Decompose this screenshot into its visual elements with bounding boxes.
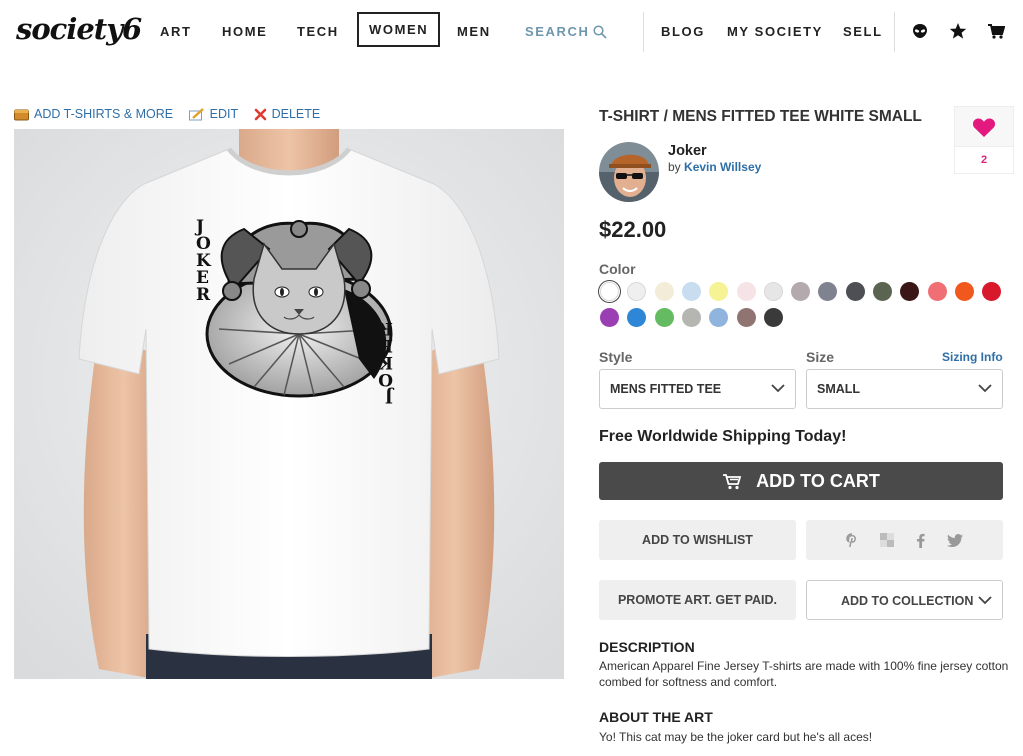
color-swatch[interactable] [737,282,756,301]
about-text: Yo! This cat may be the joker card but h… [599,730,873,744]
tshirt-photo: J O K E R J O K E R [14,129,564,679]
nav-blog[interactable]: BLOG [661,24,705,39]
color-swatch[interactable] [764,308,783,327]
edit-link[interactable]: EDIT [188,107,239,121]
product-toolbar: ADD T-SHIRTS & MORE EDIT DELETE [14,107,332,124]
add-tshirts-link[interactable]: ADD T-SHIRTS & MORE [14,107,173,121]
color-swatch[interactable] [764,282,783,301]
alien-icon[interactable] [911,22,929,40]
nav-divider [894,12,895,52]
nav-art[interactable]: ART [160,24,192,39]
add-to-collection-label: ADD TO COLLECTION [841,594,974,608]
heart-icon [972,117,996,137]
sizing-info-link[interactable]: Sizing Info [942,350,1003,364]
nav-sell[interactable]: SELL [843,24,883,39]
color-swatch[interactable] [655,282,674,301]
size-value: SMALL [817,382,861,396]
delete-label: DELETE [271,107,321,121]
color-swatch[interactable] [627,308,646,327]
svg-text:R: R [196,285,211,305]
nav-home[interactable]: HOME [222,24,267,39]
like-count: 2 [955,146,1013,173]
color-swatch[interactable] [600,282,619,301]
color-swatch[interactable] [900,282,919,301]
site-logo[interactable]: society6 [16,12,142,46]
color-swatch[interactable] [818,282,837,301]
nav-my-society[interactable]: MY SOCIETY [727,24,823,39]
artist-avatar[interactable] [599,142,659,202]
add-tshirts-label: ADD T-SHIRTS & MORE [34,107,174,121]
edit-label: EDIT [209,107,239,121]
star-icon[interactable] [949,22,967,40]
color-swatch[interactable] [846,282,865,301]
chevron-down-icon [978,596,992,605]
promote-art-button[interactable]: PROMOTE ART. GET PAID. [599,580,796,620]
size-label: Size [806,349,835,365]
artist-link[interactable]: Kevin Willsey [684,160,761,174]
color-swatch[interactable] [682,282,701,301]
art-title: Joker [668,143,707,159]
description-heading: DESCRIPTION [599,639,695,655]
nav-women[interactable]: WOMEN [357,12,441,47]
by-label: by [668,160,681,174]
color-swatch[interactable] [627,282,646,301]
pinterest-icon[interactable] [846,532,858,548]
twitter-icon[interactable] [947,533,963,547]
color-swatch[interactable] [791,282,810,301]
style-select[interactable]: MENS FITTED TEE [599,369,796,409]
cart-icon [723,473,742,489]
delete-link[interactable]: DELETE [254,107,321,121]
chevron-down-icon [771,384,785,393]
size-select[interactable]: SMALL [806,369,1003,409]
shipping-banner: Free Worldwide Shipping Today! [599,428,847,445]
description-text: American Apparel Fine Jersey T-shirts ar… [599,659,1009,689]
color-swatch[interactable] [955,282,974,301]
edit-icon [188,107,204,120]
color-swatch[interactable] [982,282,1001,301]
nav-divider [643,12,644,52]
delete-icon [254,108,266,120]
wallet-icon [14,109,29,120]
color-swatch[interactable] [873,282,892,301]
style-value: MENS FITTED TEE [610,382,722,396]
facebook-icon[interactable] [916,533,925,548]
artist-byline: by Kevin Willsey [668,160,761,174]
add-to-wishlist-button[interactable]: ADD TO WISHLIST [599,520,796,560]
add-to-collection-select[interactable]: ADD TO COLLECTION [806,580,1003,620]
search-label: SEARCH [525,24,590,39]
share-buttons [806,520,1003,560]
add-to-cart-button[interactable]: ADD TO CART [599,462,1003,500]
tumblr-icon[interactable] [880,533,894,547]
add-to-cart-label: ADD TO CART [756,470,880,491]
color-label: Color [599,261,636,277]
color-swatch[interactable] [655,308,674,327]
color-swatch[interactable] [709,282,728,301]
site-header: society6 ART HOME TECH WOMEN MEN SEARCH … [0,0,1023,62]
color-swatch[interactable] [682,308,701,327]
svg-text:R: R [378,318,393,338]
chevron-down-icon [978,384,992,393]
like-button[interactable]: 2 [954,106,1014,174]
about-heading: ABOUT THE ART [599,709,713,725]
color-swatch[interactable] [709,308,728,327]
product-price: $22.00 [599,217,667,242]
nav-men[interactable]: MEN [457,24,491,39]
product-image[interactable]: J O K E R J O K E R [14,129,564,679]
search-icon [592,24,607,39]
nav-tech[interactable]: TECH [297,24,339,39]
color-swatch[interactable] [600,308,619,327]
cart-icon[interactable] [987,22,1005,40]
color-swatch[interactable] [928,282,947,301]
color-swatch[interactable] [737,308,756,327]
product-title: T-SHIRT / MENS FITTED TEE WHITE SMALL [599,108,922,125]
nav-search[interactable]: SEARCH [525,24,607,39]
style-label: Style [599,349,633,365]
